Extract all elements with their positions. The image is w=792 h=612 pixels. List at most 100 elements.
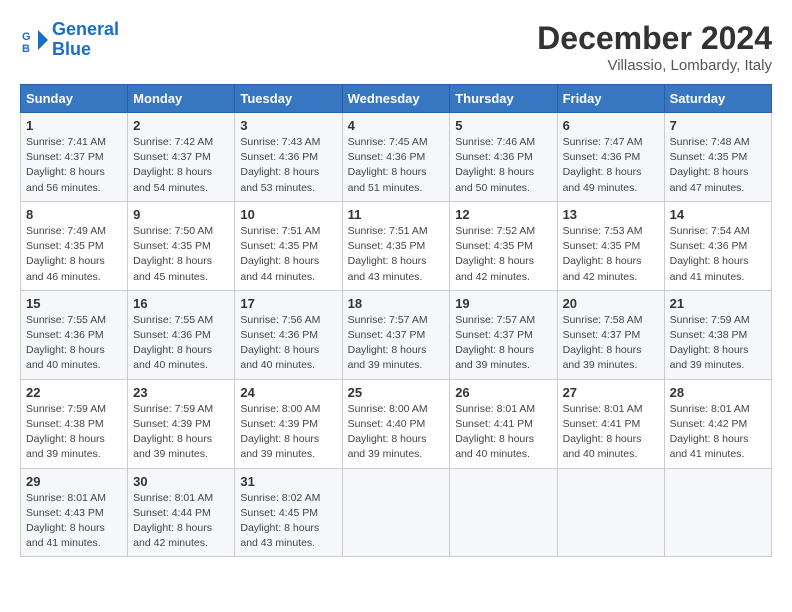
day-info: Sunrise: 8:01 AMSunset: 4:42 PMDaylight:… [670, 402, 766, 463]
day-number: 15 [26, 296, 122, 311]
day-info: Sunrise: 7:57 AMSunset: 4:37 PMDaylight:… [455, 313, 551, 374]
day-number: 11 [348, 207, 445, 222]
header-row: Sunday Monday Tuesday Wednesday Thursday… [21, 85, 772, 113]
list-item: 16Sunrise: 7:55 AMSunset: 4:36 PMDayligh… [128, 290, 235, 379]
list-item: 18 Sunrise: 7:57 AMSunset: 4:37 PMDayligh… [342, 290, 450, 379]
day-number: 23 [133, 385, 229, 400]
day-number: 7 [670, 118, 766, 133]
list-item: 31Sunrise: 8:02 AMSunset: 4:45 PMDayligh… [235, 468, 342, 557]
list-item: 4 Sunrise: 7:45 AMSunset: 4:36 PMDaylight… [342, 113, 450, 202]
day-info: Sunrise: 8:01 AMSunset: 4:43 PMDaylight:… [26, 491, 122, 552]
list-item: 29 Sunrise: 8:01 AMSunset: 4:43 PMDayligh… [21, 468, 128, 557]
list-item: 5Sunrise: 7:46 AMSunset: 4:36 PMDaylight… [450, 113, 557, 202]
list-item: 17Sunrise: 7:56 AMSunset: 4:36 PMDayligh… [235, 290, 342, 379]
list-item: 25Sunrise: 8:00 AMSunset: 4:40 PMDayligh… [342, 379, 450, 468]
list-item: 9Sunrise: 7:50 AMSunset: 4:35 PMDaylight… [128, 201, 235, 290]
day-info: Sunrise: 8:01 AMSunset: 4:41 PMDaylight:… [563, 402, 659, 463]
day-number: 18 [348, 296, 445, 311]
list-item [664, 468, 771, 557]
day-info: Sunrise: 7:51 AMSunset: 4:35 PMDaylight:… [240, 224, 336, 285]
day-number: 25 [348, 385, 445, 400]
day-info: Sunrise: 7:54 AMSunset: 4:36 PMDaylight:… [670, 224, 766, 285]
day-number: 2 [133, 118, 229, 133]
list-item: 30 Sunrise: 8:01 AMSunset: 4:44 PMDayligh… [128, 468, 235, 557]
day-number: 22 [26, 385, 122, 400]
list-item [557, 468, 664, 557]
col-monday: Monday [128, 85, 235, 113]
day-number: 4 [348, 118, 445, 133]
day-info: Sunrise: 7:59 AMSunset: 4:38 PMDaylight:… [26, 402, 122, 463]
day-number: 12 [455, 207, 551, 222]
day-info: Sunrise: 7:52 AMSunset: 4:35 PMDaylight:… [455, 224, 551, 285]
day-info: Sunrise: 8:01 AMSunset: 4:44 PMDaylight:… [133, 491, 229, 552]
day-info: Sunrise: 7:59 AMSunset: 4:38 PMDaylight:… [670, 313, 766, 374]
location-subtitle: Villassio, Lombardy, Italy [537, 57, 772, 74]
list-item: 28 Sunrise: 8:01 AMSunset: 4:42 PMDayligh… [664, 379, 771, 468]
list-item: 22 Sunrise: 7:59 AMSunset: 4:38 PMDayligh… [21, 379, 128, 468]
list-item: 8 Sunrise: 7:49 AMSunset: 4:35 PMDaylight… [21, 201, 128, 290]
day-number: 29 [26, 474, 122, 489]
list-item: 6Sunrise: 7:47 AMSunset: 4:36 PMDaylight… [557, 113, 664, 202]
list-item: 26 Sunrise: 8:01 AMSunset: 4:41 PMDayligh… [450, 379, 557, 468]
list-item: 13 Sunrise: 7:53 AMSunset: 4:35 PMDayligh… [557, 201, 664, 290]
col-friday: Friday [557, 85, 664, 113]
day-info: Sunrise: 7:55 AMSunset: 4:36 PMDaylight:… [26, 313, 122, 374]
day-number: 26 [455, 385, 551, 400]
list-item: 23 Sunrise: 7:59 AMSunset: 4:39 PMDayligh… [128, 379, 235, 468]
day-number: 30 [133, 474, 229, 489]
list-item: 11 Sunrise: 7:51 AMSunset: 4:35 PMDayligh… [342, 201, 450, 290]
list-item: 1Sunrise: 7:41 AMSunset: 4:37 PMDaylight… [21, 113, 128, 202]
day-number: 8 [26, 207, 122, 222]
day-number: 14 [670, 207, 766, 222]
day-info: Sunrise: 7:42 AMSunset: 4:37 PMDaylight:… [133, 135, 229, 196]
svg-text:B: B [22, 43, 30, 54]
day-number: 20 [563, 296, 659, 311]
col-saturday: Saturday [664, 85, 771, 113]
day-number: 28 [670, 385, 766, 400]
day-number: 1 [26, 118, 122, 133]
col-wednesday: Wednesday [342, 85, 450, 113]
day-number: 3 [240, 118, 336, 133]
day-info: Sunrise: 7:48 AMSunset: 4:35 PMDaylight:… [670, 135, 766, 196]
table-row: 29 Sunrise: 8:01 AMSunset: 4:43 PMDayligh… [21, 468, 772, 557]
day-number: 27 [563, 385, 659, 400]
day-number: 16 [133, 296, 229, 311]
header: G B General Blue December 2024 Villassio… [20, 20, 772, 74]
list-item [342, 468, 450, 557]
day-info: Sunrise: 7:57 AMSunset: 4:37 PMDaylight:… [348, 313, 445, 374]
day-info: Sunrise: 7:58 AMSunset: 4:37 PMDaylight:… [563, 313, 659, 374]
list-item: 2 Sunrise: 7:42 AMSunset: 4:37 PMDaylight… [128, 113, 235, 202]
day-info: Sunrise: 7:56 AMSunset: 4:36 PMDaylight:… [240, 313, 336, 374]
day-number: 10 [240, 207, 336, 222]
list-item: 21Sunrise: 7:59 AMSunset: 4:38 PMDayligh… [664, 290, 771, 379]
day-info: Sunrise: 7:53 AMSunset: 4:35 PMDaylight:… [563, 224, 659, 285]
table-row: 1Sunrise: 7:41 AMSunset: 4:37 PMDaylight… [21, 113, 772, 202]
title-area: December 2024 Villassio, Lombardy, Italy [537, 20, 772, 74]
col-thursday: Thursday [450, 85, 557, 113]
day-info: Sunrise: 7:49 AMSunset: 4:35 PMDaylight:… [26, 224, 122, 285]
logo: G B General Blue [20, 20, 119, 60]
logo-icon: G B [20, 26, 48, 54]
list-item: 14 Sunrise: 7:54 AMSunset: 4:36 PMDayligh… [664, 201, 771, 290]
col-tuesday: Tuesday [235, 85, 342, 113]
table-row: 22 Sunrise: 7:59 AMSunset: 4:38 PMDayligh… [21, 379, 772, 468]
day-info: Sunrise: 7:43 AMSunset: 4:36 PMDaylight:… [240, 135, 336, 196]
list-item: 19Sunrise: 7:57 AMSunset: 4:37 PMDayligh… [450, 290, 557, 379]
day-info: Sunrise: 8:01 AMSunset: 4:41 PMDaylight:… [455, 402, 551, 463]
list-item: 7 Sunrise: 7:48 AMSunset: 4:35 PMDaylight… [664, 113, 771, 202]
table-row: 8 Sunrise: 7:49 AMSunset: 4:35 PMDaylight… [21, 201, 772, 290]
day-number: 9 [133, 207, 229, 222]
day-info: Sunrise: 7:51 AMSunset: 4:35 PMDaylight:… [348, 224, 445, 285]
day-number: 13 [563, 207, 659, 222]
day-number: 5 [455, 118, 551, 133]
svg-text:G: G [22, 31, 31, 43]
list-item: 10 Sunrise: 7:51 AMSunset: 4:35 PMDayligh… [235, 201, 342, 290]
day-info: Sunrise: 8:02 AMSunset: 4:45 PMDaylight:… [240, 491, 336, 552]
list-item: 24Sunrise: 8:00 AMSunset: 4:39 PMDayligh… [235, 379, 342, 468]
month-title: December 2024 [537, 20, 772, 57]
day-info: Sunrise: 7:45 AMSunset: 4:36 PMDaylight:… [348, 135, 445, 196]
day-info: Sunrise: 7:59 AMSunset: 4:39 PMDaylight:… [133, 402, 229, 463]
calendar-table: Sunday Monday Tuesday Wednesday Thursday… [20, 84, 772, 557]
list-item: 15 Sunrise: 7:55 AMSunset: 4:36 PMDayligh… [21, 290, 128, 379]
list-item [450, 468, 557, 557]
